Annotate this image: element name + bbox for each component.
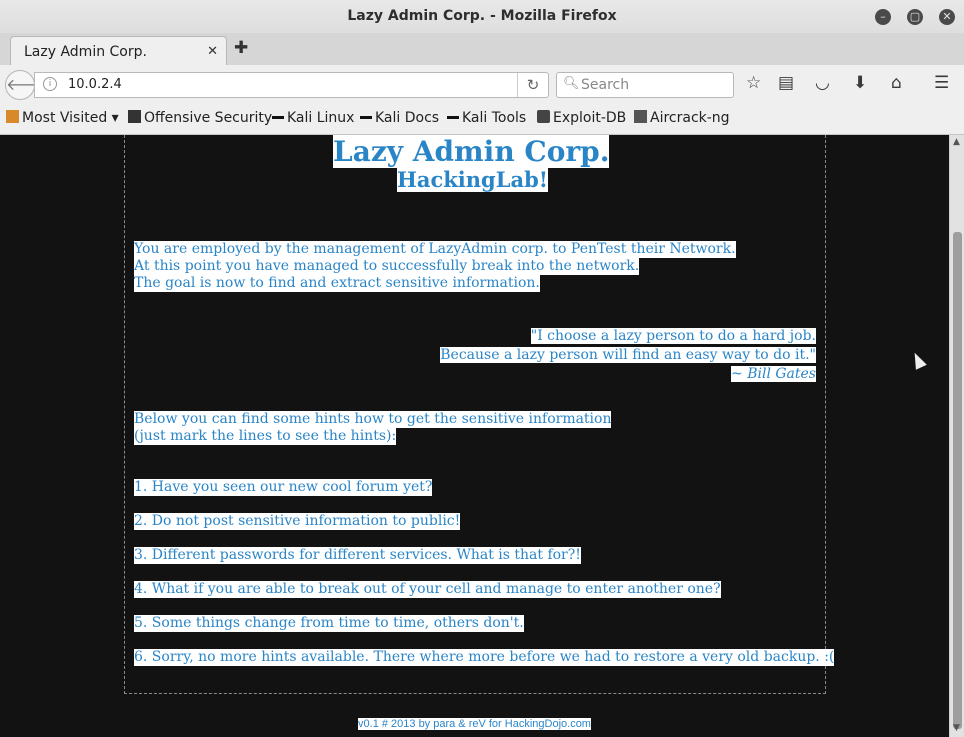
hint-6: 6. Sorry, no more hints available. There… <box>134 649 835 666</box>
quote-block: "I choose a lazy person to do a hard job… <box>134 326 816 383</box>
scroll-down-icon[interactable]: ▼ <box>953 723 960 733</box>
hint-4: 4. What if you are able to break out of … <box>134 581 721 598</box>
tab-strip: Lazy Admin Corp. ✕ <box>0 33 964 66</box>
url-bar[interactable]: i 10.0.2.4 ↻ <box>34 72 549 98</box>
kali-icon <box>272 116 284 119</box>
bookmark-kali-docs[interactable]: Kali Docs <box>360 110 439 126</box>
exploit-db-icon <box>537 110 550 123</box>
reading-list-icon[interactable]: ▤ <box>778 73 794 93</box>
menu-icon[interactable]: ☰ <box>934 73 949 93</box>
bookmarks-toolbar: Most Visited ▾ Offensive Security Kali L… <box>0 103 964 135</box>
back-icon[interactable]: 🡐 <box>5 70 49 100</box>
pocket-icon[interactable]: ◡ <box>815 73 830 93</box>
window-titlebar: Lazy Admin Corp. - Mozilla Firefox – ▢ ✕ <box>0 0 964 34</box>
intro-line-1: You are employed by the management of La… <box>134 241 736 258</box>
hint-1: 1. Have you seen our new cool forum yet? <box>134 479 433 496</box>
quote-author: ~ Bill Gates <box>731 366 816 382</box>
navigation-bar: 🡐 i 10.0.2.4 ↻ 🔍︎ Search ☆ ▤ ◡ ⬇ ⌂ ☰ <box>0 65 964 103</box>
new-tab-icon[interactable]: ✚ <box>234 38 248 58</box>
scrollbar-thumb[interactable] <box>953 232 962 729</box>
hint-5: 5. Some things change from time to time,… <box>134 615 524 632</box>
window-title: Lazy Admin Corp. - Mozilla Firefox <box>347 8 617 24</box>
page-title: Lazy Admin Corp. <box>333 135 610 168</box>
intro-line-2: At this point you have managed to succes… <box>134 258 640 275</box>
search-icon: 🔍︎ <box>563 76 580 91</box>
offsec-icon <box>128 110 141 123</box>
search-input[interactable]: 🔍︎ Search <box>556 72 734 98</box>
aircrack-icon <box>634 110 647 123</box>
hint-3: 3. Different passwords for different ser… <box>134 547 581 564</box>
intro-line-3: The goal is now to find and extract sens… <box>134 275 540 292</box>
home-icon[interactable]: ⌂ <box>891 73 902 93</box>
vertical-scrollbar[interactable]: ▲ ▼ <box>949 135 964 737</box>
folder-icon <box>6 110 19 123</box>
kali-icon <box>360 116 372 119</box>
hints-intro-2: (just mark the lines to see the hints): <box>134 428 397 445</box>
kali-icon <box>447 116 459 119</box>
scroll-up-icon[interactable]: ▲ <box>953 137 960 147</box>
page-subtitle: HackingLab! <box>397 167 548 192</box>
bookmark-most-visited[interactable]: Most Visited ▾ <box>6 110 119 126</box>
bookmark-exploit-db[interactable]: Exploit-DB <box>537 110 626 126</box>
download-icon[interactable]: ⬇ <box>853 73 867 93</box>
tab-label: Lazy Admin Corp. <box>24 44 147 60</box>
hint-2: 2. Do not post sensitive information to … <box>134 513 461 530</box>
close-window-icon[interactable]: ✕ <box>939 9 955 25</box>
tab-lazy-admin[interactable]: Lazy Admin Corp. ✕ <box>10 36 227 66</box>
url-text[interactable]: 10.0.2.4 <box>68 77 122 92</box>
close-tab-icon[interactable]: ✕ <box>207 44 218 59</box>
bookmark-aircrack-ng[interactable]: Aircrack-ng <box>634 110 730 126</box>
bookmark-offensive-security[interactable]: Offensive Security <box>128 110 272 126</box>
bookmark-star-icon[interactable]: ☆ <box>746 73 761 93</box>
footer-text: v0.1 # 2013 by para & reV for HackingDoj… <box>358 718 591 730</box>
quote-line-2: Because a lazy person will find an easy … <box>440 347 816 363</box>
reload-icon[interactable]: ↻ <box>517 73 548 97</box>
quote-line-1: "I choose a lazy person to do a hard job… <box>530 328 816 344</box>
page-viewport: Lazy Admin Corp. HackingLab! You are emp… <box>0 135 949 737</box>
hints-intro-1: Below you can find some hints how to get… <box>134 411 612 428</box>
search-placeholder: Search <box>581 77 630 93</box>
bookmark-kali-linux[interactable]: Kali Linux <box>272 110 354 126</box>
bookmark-kali-tools[interactable]: Kali Tools <box>447 110 526 126</box>
maximize-icon[interactable]: ▢ <box>907 9 923 25</box>
minimize-icon[interactable]: – <box>875 9 891 25</box>
info-icon[interactable]: i <box>43 77 57 91</box>
page-footer: v0.1 # 2013 by para & reV for HackingDoj… <box>0 712 949 731</box>
